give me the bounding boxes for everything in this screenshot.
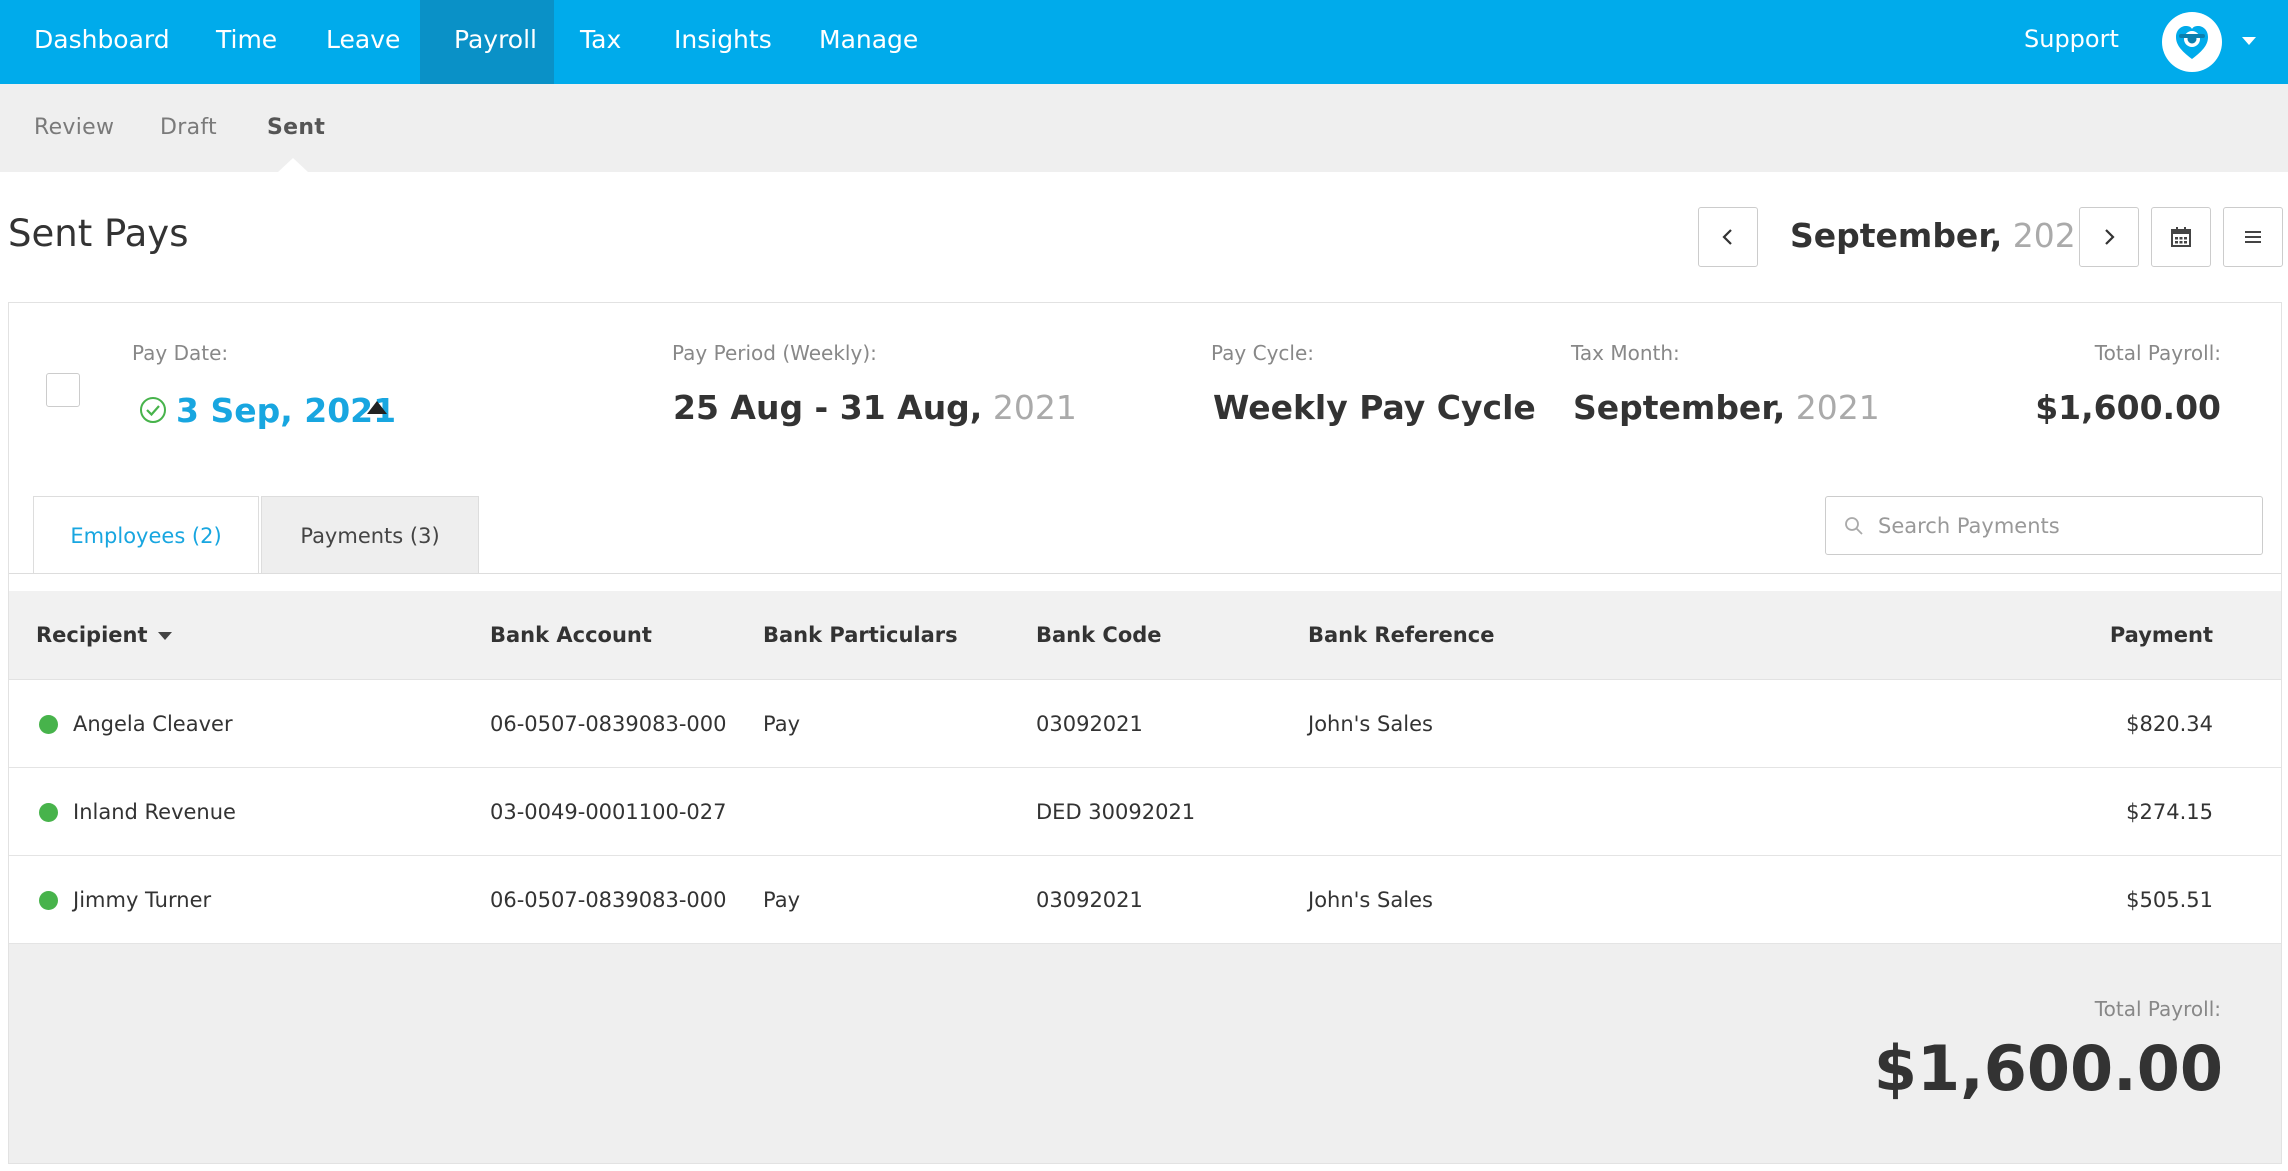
tax-month-name: September, <box>1573 388 1786 427</box>
cell-bank-reference: John's Sales <box>1308 712 1433 736</box>
select-pay-run-checkbox[interactable] <box>46 373 80 407</box>
calendar-button[interactable] <box>2151 207 2211 267</box>
tabs-divider <box>9 573 2281 574</box>
tab-employees[interactable]: Employees (2) <box>33 496 259 574</box>
collapse-caret-icon[interactable] <box>367 401 387 414</box>
pay-period-year: 2021 <box>992 388 1077 427</box>
tax-month-value: September, 2021 <box>1573 388 1880 427</box>
tax-month-label: Tax Month: <box>1571 341 1680 365</box>
calendar-icon <box>2171 227 2191 247</box>
cell-recipient: Angela Cleaver <box>73 712 233 736</box>
subnav-item-draft[interactable]: Draft <box>160 84 217 172</box>
pay-period-range: 25 Aug - 31 Aug, <box>673 388 983 427</box>
cell-payment: $505.51 <box>2126 888 2213 912</box>
column-header-bank-reference: Bank Reference <box>1308 623 1495 647</box>
table-row[interactable]: Jimmy Turner 06-0507-0839083-000 Pay 030… <box>9 856 2281 944</box>
footer-total-value: $1,600.00 <box>1873 1032 2223 1105</box>
menu-button[interactable] <box>2223 207 2283 267</box>
page-title: Sent Pays <box>8 212 189 255</box>
search-payments-box[interactable] <box>1825 496 2263 555</box>
status-paid-icon <box>39 803 58 822</box>
cell-bank-code: DED 30092021 <box>1036 800 1196 824</box>
cell-bank-account: 06-0507-0839083-000 <box>490 712 727 736</box>
pay-date-label: Pay Date: <box>132 341 229 365</box>
support-link[interactable]: Support <box>2024 0 2119 78</box>
previous-month-button[interactable] <box>1698 207 1758 267</box>
table-header: Recipient Bank Account Bank Particulars … <box>9 591 2281 680</box>
hamburger-menu-icon <box>2245 231 2261 243</box>
chevron-right-icon <box>2105 229 2115 245</box>
avatar[interactable] <box>2162 12 2222 72</box>
total-payroll-amount: $1,600.00 <box>2035 388 2221 427</box>
column-header-bank-particulars: Bank Particulars <box>763 623 958 647</box>
column-header-bank-account: Bank Account <box>490 623 652 647</box>
sub-navigation: Review Draft Sent <box>0 84 2288 172</box>
active-subnav-pointer <box>278 158 308 172</box>
cell-bank-account: 03-0049-0001100-027 <box>490 800 727 824</box>
nav-item-insights[interactable]: Insights <box>640 0 806 84</box>
next-month-button[interactable] <box>2079 207 2139 267</box>
tax-month-year: 2021 <box>1795 388 1880 427</box>
cell-bank-code: 03092021 <box>1036 712 1143 736</box>
total-payroll-value: $1,600.00 <box>2035 388 2221 427</box>
month-name: September, <box>1790 216 2003 255</box>
nav-item-tax[interactable]: Tax <box>546 0 655 84</box>
pay-cycle-value: Weekly Pay Cycle <box>1213 388 1536 427</box>
pay-period-label: Pay Period (Weekly): <box>672 341 877 365</box>
tab-payments[interactable]: Payments (3) <box>261 496 479 574</box>
nav-item-payroll[interactable]: Payroll <box>420 0 554 84</box>
current-month-label: September, 2021 <box>1790 216 2097 255</box>
column-header-bank-code: Bank Code <box>1036 623 1162 647</box>
total-payroll-label: Total Payroll: <box>2094 341 2221 365</box>
status-paid-icon <box>39 715 58 734</box>
cell-bank-particulars: Pay <box>763 888 801 912</box>
cell-bank-account: 06-0507-0839083-000 <box>490 888 727 912</box>
column-header-recipient[interactable]: Recipient <box>36 591 172 679</box>
cell-payment: $820.34 <box>2126 712 2213 736</box>
footer-total-label: Total Payroll: <box>2094 997 2221 1021</box>
search-icon <box>1845 516 1863 535</box>
account-menu-caret-icon[interactable] <box>2242 37 2256 45</box>
sort-descending-icon <box>157 632 172 640</box>
column-header-payment: Payment <box>2109 623 2213 647</box>
cell-recipient: Inland Revenue <box>73 800 236 824</box>
top-navigation: Dashboard Time Leave Payroll Tax Insight… <box>0 0 2288 84</box>
cell-bank-particulars: Pay <box>763 712 801 736</box>
table-row[interactable]: Inland Revenue 03-0049-0001100-027 DED 3… <box>9 768 2281 856</box>
user-logo-icon <box>2176 26 2208 59</box>
pay-cycle-text: Weekly Pay Cycle <box>1213 388 1536 427</box>
subnav-item-review[interactable]: Review <box>34 84 114 172</box>
pay-date-toggle[interactable]: 3 Sep, 2021 <box>138 388 396 432</box>
cell-bank-code: 03092021 <box>1036 888 1143 912</box>
payroll-total-footer: Total Payroll: $1,600.00 <box>9 944 2281 1163</box>
nav-item-dashboard[interactable]: Dashboard <box>0 0 204 84</box>
check-circle-outline-icon <box>140 397 166 423</box>
cell-bank-reference: John's Sales <box>1308 888 1433 912</box>
chevron-left-icon <box>1722 229 1732 245</box>
cell-payment: $274.15 <box>2126 800 2213 824</box>
column-header-recipient-label: Recipient <box>36 623 148 647</box>
nav-item-manage[interactable]: Manage <box>785 0 952 84</box>
pay-date-value: 3 Sep, 2021 <box>176 390 397 430</box>
table-row[interactable]: Angela Cleaver 06-0507-0839083-000 Pay 0… <box>9 680 2281 768</box>
cell-recipient: Jimmy Turner <box>73 888 212 912</box>
pay-period-value: 25 Aug - 31 Aug, 2021 <box>673 388 1077 427</box>
nav-item-leave[interactable]: Leave <box>292 0 434 84</box>
pay-cycle-label: Pay Cycle: <box>1211 341 1315 365</box>
search-input[interactable] <box>1878 513 2258 538</box>
status-paid-icon <box>39 891 58 910</box>
